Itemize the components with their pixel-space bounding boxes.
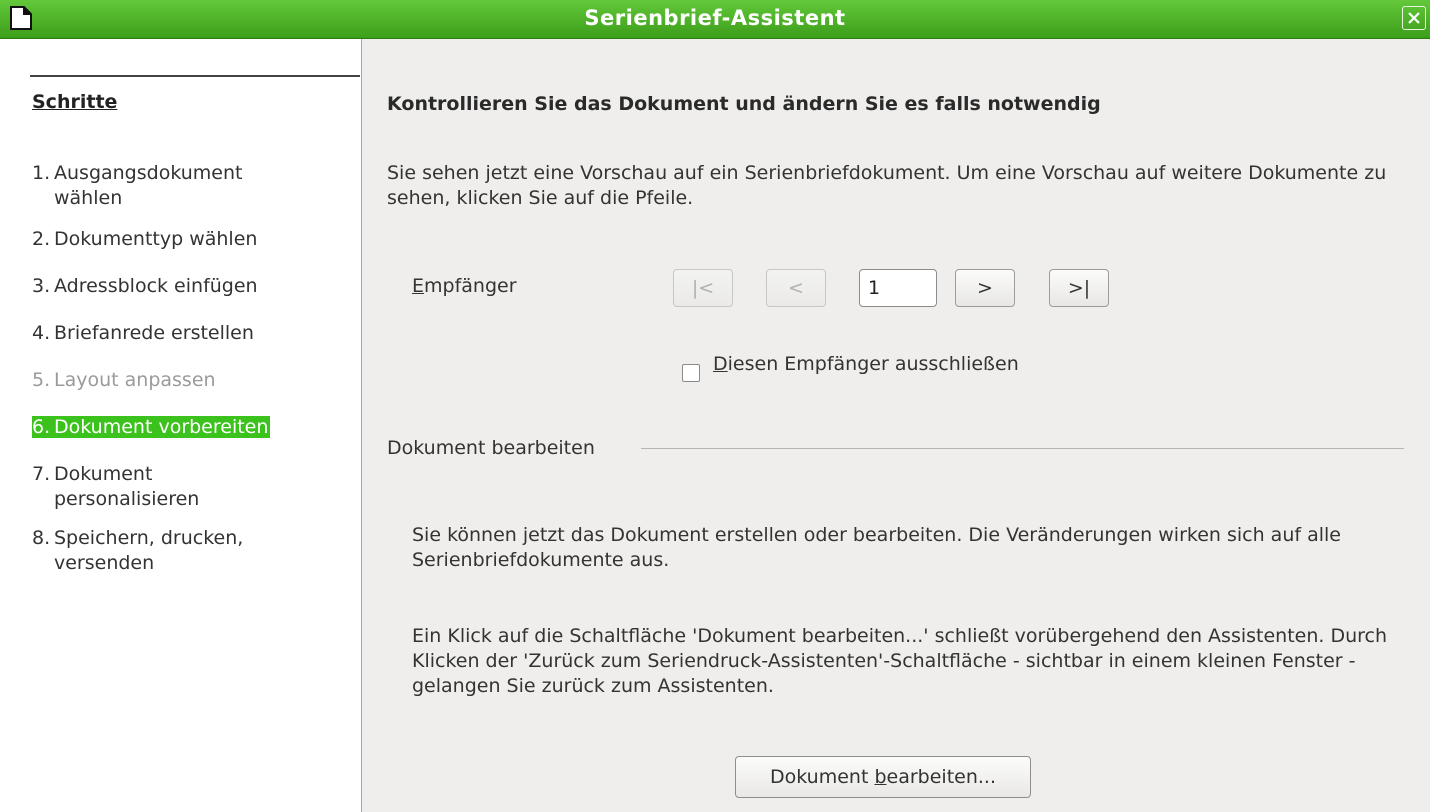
steps-heading: Schritte [32, 91, 118, 113]
main-panel: Kontrollieren Sie das Dokument und änder… [363, 39, 1430, 812]
edit-section-title: Dokument bearbeiten [387, 437, 595, 459]
sidebar-step-4[interactable]: 4. Briefanrede erstellen [32, 321, 254, 346]
exclude-recipient-label[interactable]: Diesen Empfänger ausschließen [713, 353, 1019, 375]
edit-explanation-1: Sie können jetzt das Dokument erstellen … [412, 524, 1341, 571]
page-heading: Kontrollieren Sie das Dokument und änder… [387, 93, 1101, 115]
active-step-highlight: 6. Dokument vorbereiten [32, 416, 271, 438]
edit-document-button[interactable]: Dokument bearbeiten... [735, 756, 1031, 798]
close-button[interactable] [1402, 6, 1426, 30]
sidebar-divider [30, 75, 360, 77]
sidebar-step-3[interactable]: 3. Adressblock einfügen [32, 274, 258, 299]
sidebar-step-2[interactable]: 2. Dokumenttyp wählen [32, 227, 257, 252]
sidebar-step-5: 5. Layout anpassen [32, 369, 216, 391]
sidebar-step-1[interactable]: 1. Ausgangsdokument wählen [32, 161, 242, 211]
previous-record-button[interactable]: < [766, 269, 826, 307]
title-bar: Serienbrief-Assistent [0, 0, 1430, 39]
intro-text: Sie sehen jetzt eine Vorschau auf ein Se… [387, 162, 1387, 209]
window-title: Serienbrief-Assistent [584, 6, 846, 30]
first-record-button[interactable]: |< [673, 269, 733, 307]
sidebar-step-8[interactable]: 8. Speichern, drucken, versenden [32, 526, 243, 576]
steps-sidebar: Schritte 1. Ausgangsdokument wählen 2. Dok… [0, 39, 362, 812]
section-divider [641, 448, 1404, 449]
next-record-button[interactable]: > [955, 269, 1015, 307]
edit-explanation-2: Ein Klick auf die Schaltfläche 'Dokument… [412, 625, 1388, 697]
record-number-input[interactable] [859, 269, 937, 307]
sidebar-step-6[interactable]: 6. Dokument vorbereiten [32, 415, 271, 440]
recipient-label: Empfänger [412, 275, 517, 297]
sidebar-step-7[interactable]: 7. Dokument personalisieren [32, 462, 199, 512]
exclude-recipient-checkbox[interactable] [682, 364, 700, 382]
last-record-button[interactable]: >| [1049, 269, 1109, 307]
